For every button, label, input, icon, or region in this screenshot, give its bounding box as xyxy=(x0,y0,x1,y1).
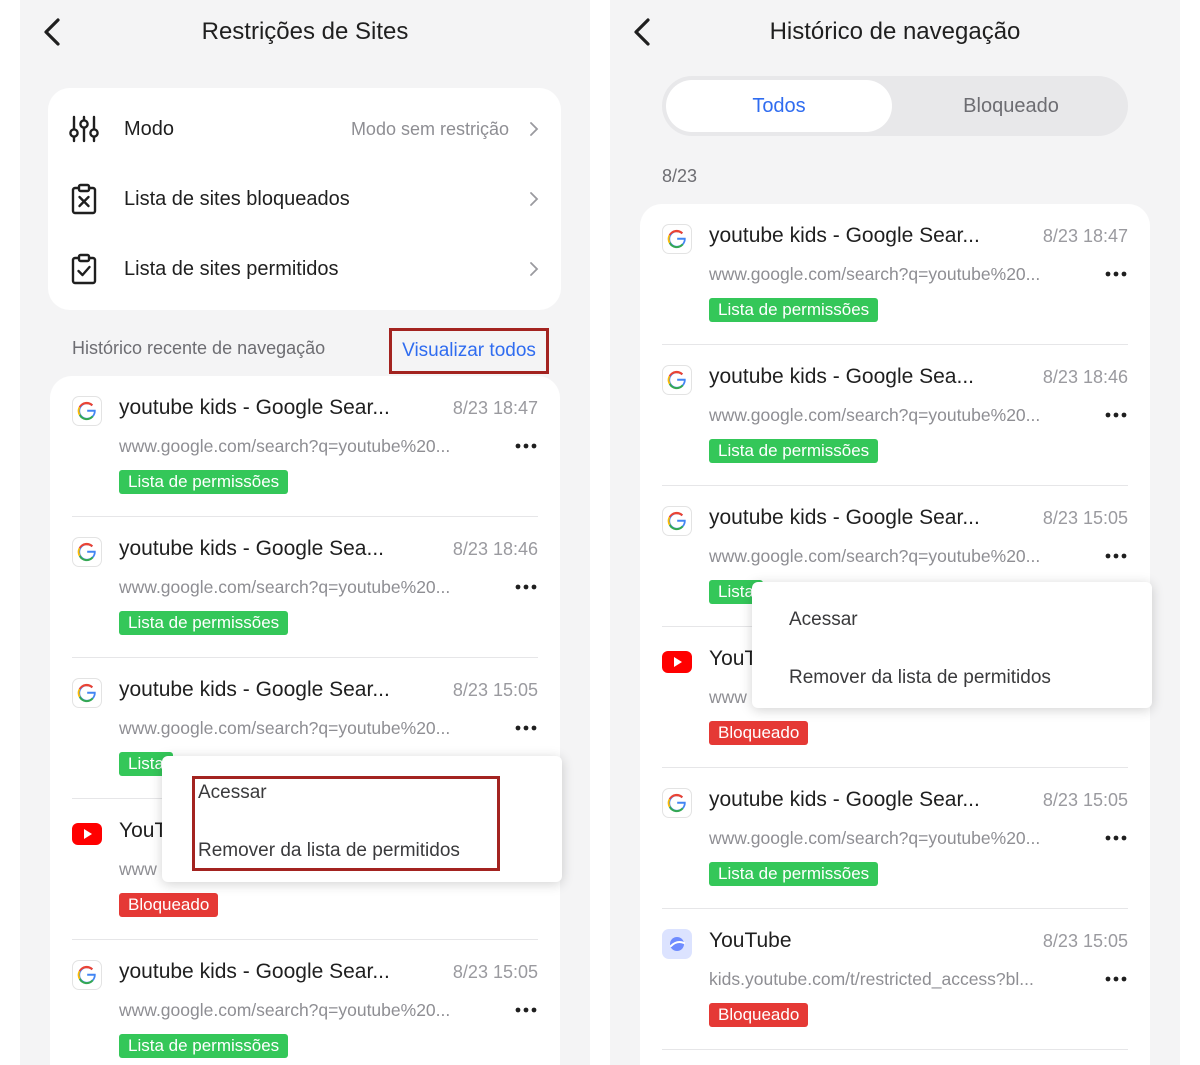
item-title: youtube kids - Google Sear... xyxy=(119,678,390,701)
status-badge: Bloqueado xyxy=(709,721,809,745)
google-icon xyxy=(72,537,102,567)
item-url: www.google.com/search?q=youtube%20... xyxy=(709,264,1041,284)
settings-card: Modo Modo sem restrição Lista de sites b… xyxy=(48,88,561,310)
list-item[interactable]: youtube kids - Google Sea... 8/23 18:46 … xyxy=(640,345,1150,486)
youtube-icon xyxy=(662,647,692,677)
browsing-history-screen: Histórico de navegação Todos Bloqueado 8… xyxy=(610,0,1180,1065)
view-all-link[interactable]: Visualizar todos xyxy=(389,328,549,374)
date-label: 8/23 xyxy=(662,166,698,186)
recent-history-list: youtube kids - Google Sear... 8/23 18:47… xyxy=(50,376,560,1065)
mode-label: Modo xyxy=(124,117,175,140)
item-url: www.google.com/search?q=youtube%20... xyxy=(709,546,1041,566)
mode-value: Modo sem restrição xyxy=(350,118,509,139)
status-badge: Lista de permissões xyxy=(119,470,289,494)
tab-blocked[interactable]: Bloqueado xyxy=(898,80,1124,132)
item-title: youtube kids - Google Sear... xyxy=(709,224,980,247)
header: Histórico de navegação xyxy=(610,0,1180,64)
status-badge: Lista de permissões xyxy=(709,439,879,463)
google-icon xyxy=(72,960,102,990)
item-title: youtube kids - Google Sea... xyxy=(709,365,974,388)
item-url: www xyxy=(119,859,157,879)
item-title: youtube kids - Google Sear... xyxy=(709,788,980,811)
item-time: 8/23 18:47 xyxy=(1042,226,1128,246)
clipboard-check-icon xyxy=(71,253,97,285)
list-item[interactable]: YouTube 8/23 15:05 kids.youtube.com/t/re… xyxy=(640,909,1150,1050)
filter-tabs: Todos Bloqueado xyxy=(662,76,1128,136)
divider xyxy=(662,1049,1128,1050)
item-url: www.google.com/search?q=youtube%20... xyxy=(119,436,451,456)
item-url: www.google.com/search?q=youtube%20... xyxy=(119,577,451,597)
item-title: YouTube xyxy=(709,929,792,952)
more-options-icon[interactable] xyxy=(1104,266,1128,282)
list-item[interactable]: youtube kids - Google Sear... 8/23 15:05… xyxy=(640,768,1150,909)
status-badge: Bloqueado xyxy=(709,1003,809,1027)
item-time: 8/23 15:05 xyxy=(1042,931,1128,951)
youtube-icon xyxy=(72,819,102,849)
more-options-icon[interactable] xyxy=(1104,971,1128,987)
item-url: www.google.com/search?q=youtube%20... xyxy=(119,1000,451,1020)
list-item[interactable]: youtube kids - Google Sear... 8/23 18:47… xyxy=(640,204,1150,345)
page-title: Restrições de Sites xyxy=(201,18,409,45)
status-badge: Lista de permissões xyxy=(709,862,879,886)
google-icon xyxy=(662,365,692,395)
header: Restrições de Sites xyxy=(20,0,590,64)
item-title: youtube kids - Google Sea... xyxy=(119,537,384,560)
item-title: YouT xyxy=(709,647,758,670)
item-time: 8/23 15:05 xyxy=(452,962,538,982)
item-url: www.google.com/search?q=youtube%20... xyxy=(119,718,451,738)
clipboard-x-icon xyxy=(71,183,97,215)
item-time: 8/23 18:46 xyxy=(452,539,538,559)
item-title: youtube kids - Google Sear... xyxy=(119,396,390,419)
chevron-right-icon xyxy=(530,192,539,206)
page-title: Histórico de navegação xyxy=(769,18,1021,45)
list-item[interactable]: youtube kids - Google Sear... 8/23 15:05… xyxy=(50,940,560,1065)
item-time: 8/23 18:46 xyxy=(1042,367,1128,387)
context-menu: Acessar Remover da lista de permitidos xyxy=(752,582,1152,708)
google-icon xyxy=(72,396,102,426)
chevron-right-icon xyxy=(530,122,539,136)
more-options-icon[interactable] xyxy=(514,438,538,454)
more-options-icon[interactable] xyxy=(514,579,538,595)
chevron-right-icon xyxy=(530,262,539,276)
item-time: 8/23 15:05 xyxy=(1042,790,1128,810)
item-time: 8/23 15:05 xyxy=(452,680,538,700)
item-title: YouT xyxy=(119,819,168,842)
status-badge: Lista de permissões xyxy=(119,1034,289,1058)
google-icon xyxy=(662,506,692,536)
more-options-icon[interactable] xyxy=(1104,407,1128,423)
item-url: www.google.com/search?q=youtube%20... xyxy=(709,828,1041,848)
site-restrictions-screen: Restrições de Sites Modo Modo sem restri… xyxy=(20,0,590,1065)
more-options-icon[interactable] xyxy=(1104,548,1128,564)
recent-history-label: Histórico recente de navegação xyxy=(72,338,326,358)
status-badge: Bloqueado xyxy=(119,893,219,917)
google-icon xyxy=(662,224,692,254)
sliders-icon xyxy=(69,115,99,143)
item-time: 8/23 15:05 xyxy=(1042,508,1128,528)
tab-all[interactable]: Todos xyxy=(666,80,892,132)
allowed-sites-row[interactable]: Lista de sites permitidos xyxy=(48,234,561,304)
status-badge: Lista de permissões xyxy=(119,611,289,635)
mode-row[interactable]: Modo Modo sem restrição xyxy=(48,94,561,164)
item-time: 8/23 18:47 xyxy=(452,398,538,418)
more-options-icon[interactable] xyxy=(514,720,538,736)
google-icon xyxy=(72,678,102,708)
item-url: www xyxy=(709,687,747,707)
highlight-box xyxy=(192,776,500,871)
menu-item-remove-allowed[interactable]: Remover da lista de permitidos xyxy=(789,667,1051,689)
more-options-icon[interactable] xyxy=(1104,830,1128,846)
list-item[interactable]: youtube kids - Google Sear... 8/23 18:47… xyxy=(50,376,560,517)
google-icon xyxy=(662,788,692,818)
youtube-kids-icon xyxy=(662,929,692,959)
item-url: www.google.com/search?q=youtube%20... xyxy=(709,405,1041,425)
more-options-icon[interactable] xyxy=(514,1002,538,1018)
item-url: kids.youtube.com/t/restricted_access?bl.… xyxy=(709,969,1034,989)
blocked-sites-row[interactable]: Lista de sites bloqueados xyxy=(48,164,561,234)
allowed-sites-label: Lista de sites permitidos xyxy=(124,257,339,280)
status-badge: Lista de permissões xyxy=(709,298,879,322)
blocked-sites-label: Lista de sites bloqueados xyxy=(124,187,350,210)
item-title: youtube kids - Google Sear... xyxy=(709,506,980,529)
item-title: youtube kids - Google Sear... xyxy=(119,960,390,983)
list-item[interactable]: youtube kids - Google Sea... 8/23 18:46 … xyxy=(50,517,560,658)
menu-item-access[interactable]: Acessar xyxy=(789,609,858,631)
